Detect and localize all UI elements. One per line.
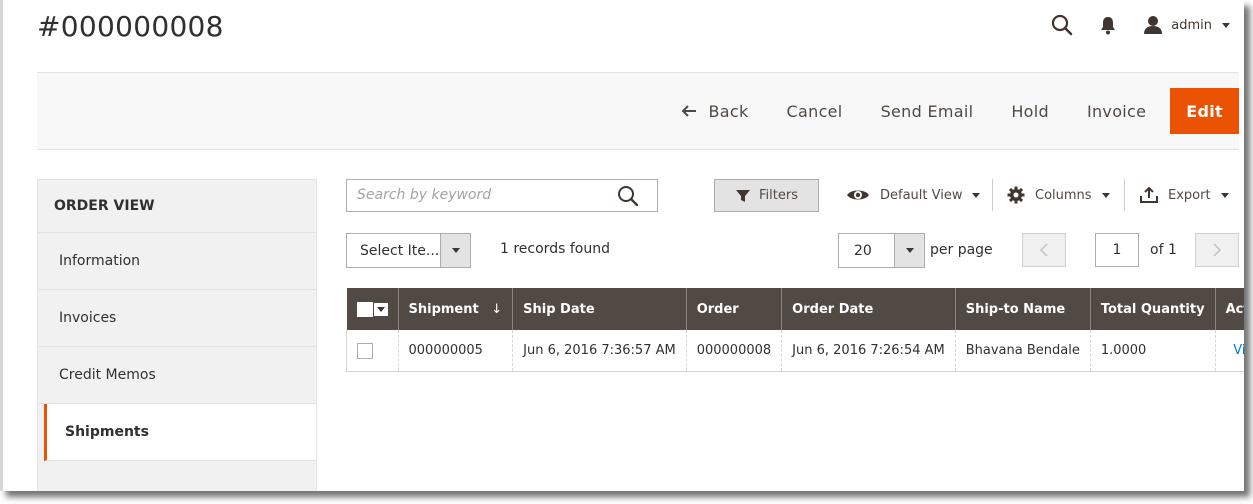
toolbar-divider [1124, 179, 1125, 211]
eye-icon [847, 190, 869, 200]
column-header-ship-date[interactable]: Ship Date [512, 288, 687, 330]
default-view-label: Default View [880, 187, 963, 203]
mass-actions-select[interactable]: Select Ite... [346, 233, 471, 268]
cell-ship-to-name: Bhavana Bendale [955, 330, 1091, 372]
keyword-search [346, 179, 658, 212]
column-header-order[interactable]: Order [686, 288, 783, 330]
cell-ship-date: Jun 6, 2016 7:36:57 AM [512, 330, 687, 372]
invoice-button[interactable]: Invoice [1068, 88, 1165, 134]
header-actions: admin [1051, 10, 1230, 40]
sidebar-item-information[interactable]: Information [38, 233, 316, 290]
cancel-button[interactable]: Cancel [768, 88, 862, 134]
page-title: #000000008 [37, 10, 224, 43]
filter-icon [736, 189, 751, 202]
admin-user-menu[interactable]: admin [1143, 15, 1230, 35]
next-page-button[interactable] [1195, 233, 1239, 267]
sidebar-item-invoices[interactable]: Invoices [38, 290, 316, 347]
view-link[interactable]: View [1233, 343, 1244, 358]
mass-actions-label: Select Ite... [360, 242, 440, 259]
columns-dropdown[interactable]: Columns [1007, 182, 1110, 208]
column-header-action: Action [1215, 288, 1244, 330]
user-icon [1144, 16, 1163, 34]
chevron-down-icon [1220, 192, 1229, 198]
column-header-total-quantity[interactable]: Total Quantity [1090, 288, 1216, 330]
toolbar-divider [992, 179, 993, 211]
sidebar-item-credit-memos[interactable]: Credit Memos [38, 347, 316, 404]
row-checkbox[interactable] [357, 342, 373, 359]
default-view-dropdown[interactable]: Default View [846, 182, 981, 208]
table-row: 000000005 Jun 6, 2016 7:36:57 AM 0000000… [346, 330, 1244, 372]
column-header-shipment[interactable]: Shipment ↓ [398, 288, 514, 330]
filters-label: Filters [759, 188, 798, 203]
mass-select-header[interactable] [346, 288, 399, 330]
column-header-order-date[interactable]: Order Date [781, 288, 956, 330]
back-label: Back [708, 101, 749, 121]
arrow-left-icon [681, 105, 696, 117]
hold-button[interactable]: Hold [992, 88, 1068, 134]
row-select-cell [346, 330, 399, 372]
admin-username: admin [1171, 17, 1212, 33]
records-found: 1 records found [500, 241, 610, 257]
search-icon[interactable] [1051, 14, 1073, 36]
chevron-down-icon [1222, 22, 1230, 28]
export-label: Export [1168, 187, 1211, 203]
shipments-grid: Shipment ↓ Ship Date Order Order Date Sh… [346, 288, 1244, 372]
window-frame: #000000008 admin Back Cancel Send Email … [0, 0, 1244, 491]
send-email-button[interactable]: Send Email [862, 88, 993, 134]
columns-label: Columns [1035, 187, 1092, 203]
export-icon [1140, 187, 1158, 203]
page-count: of 1 [1150, 242, 1177, 258]
order-view-sidebar: ORDER VIEW Information Invoices Credit M… [37, 179, 317, 491]
edit-button[interactable]: Edit [1170, 88, 1239, 134]
search-icon[interactable] [617, 185, 639, 211]
previous-page-button[interactable] [1022, 233, 1066, 267]
chevron-down-icon [376, 306, 385, 312]
cell-action: View [1215, 330, 1244, 372]
cell-shipment: 000000005 [398, 330, 514, 372]
filters-button[interactable]: Filters [714, 179, 819, 212]
per-page-select[interactable]: 20 [838, 233, 925, 268]
chevron-down-icon [451, 248, 460, 253]
select-all-checkbox[interactable] [356, 301, 373, 317]
chevron-left-icon [1039, 243, 1048, 257]
chevron-down-icon [905, 248, 914, 253]
gear-icon [1007, 186, 1025, 204]
chevron-right-icon [1213, 243, 1222, 257]
column-header-ship-to-name[interactable]: Ship-to Name [955, 288, 1091, 330]
sidebar-item-shipments[interactable]: Shipments [44, 404, 316, 461]
mass-actions-toggle[interactable] [440, 234, 470, 267]
chevron-down-icon [972, 192, 981, 198]
cell-order-date: Jun 6, 2016 7:26:54 AM [781, 330, 956, 372]
sort-arrow-icon: ↓ [491, 301, 503, 317]
chevron-down-icon [1101, 192, 1110, 198]
cell-total-quantity: 1.0000 [1090, 330, 1216, 372]
search-input[interactable] [347, 180, 617, 209]
sidebar-title: ORDER VIEW [38, 180, 316, 233]
per-page-value: 20 [854, 242, 872, 259]
back-button[interactable]: Back [662, 88, 768, 134]
export-dropdown[interactable]: Export [1140, 182, 1229, 208]
cell-order: 000000008 [686, 330, 783, 372]
mass-select-toggle[interactable] [372, 302, 388, 316]
page-actions-bar: Back Cancel Send Email Hold Invoice Edit [37, 72, 1239, 150]
bell-icon[interactable] [1099, 15, 1117, 35]
per-page-label: per page [930, 242, 993, 258]
grid-header-row: Shipment ↓ Ship Date Order Order Date Sh… [346, 288, 1244, 330]
column-label: Shipment [408, 301, 479, 317]
page-number-input[interactable]: 1 [1095, 233, 1139, 267]
per-page-toggle[interactable] [894, 234, 924, 267]
